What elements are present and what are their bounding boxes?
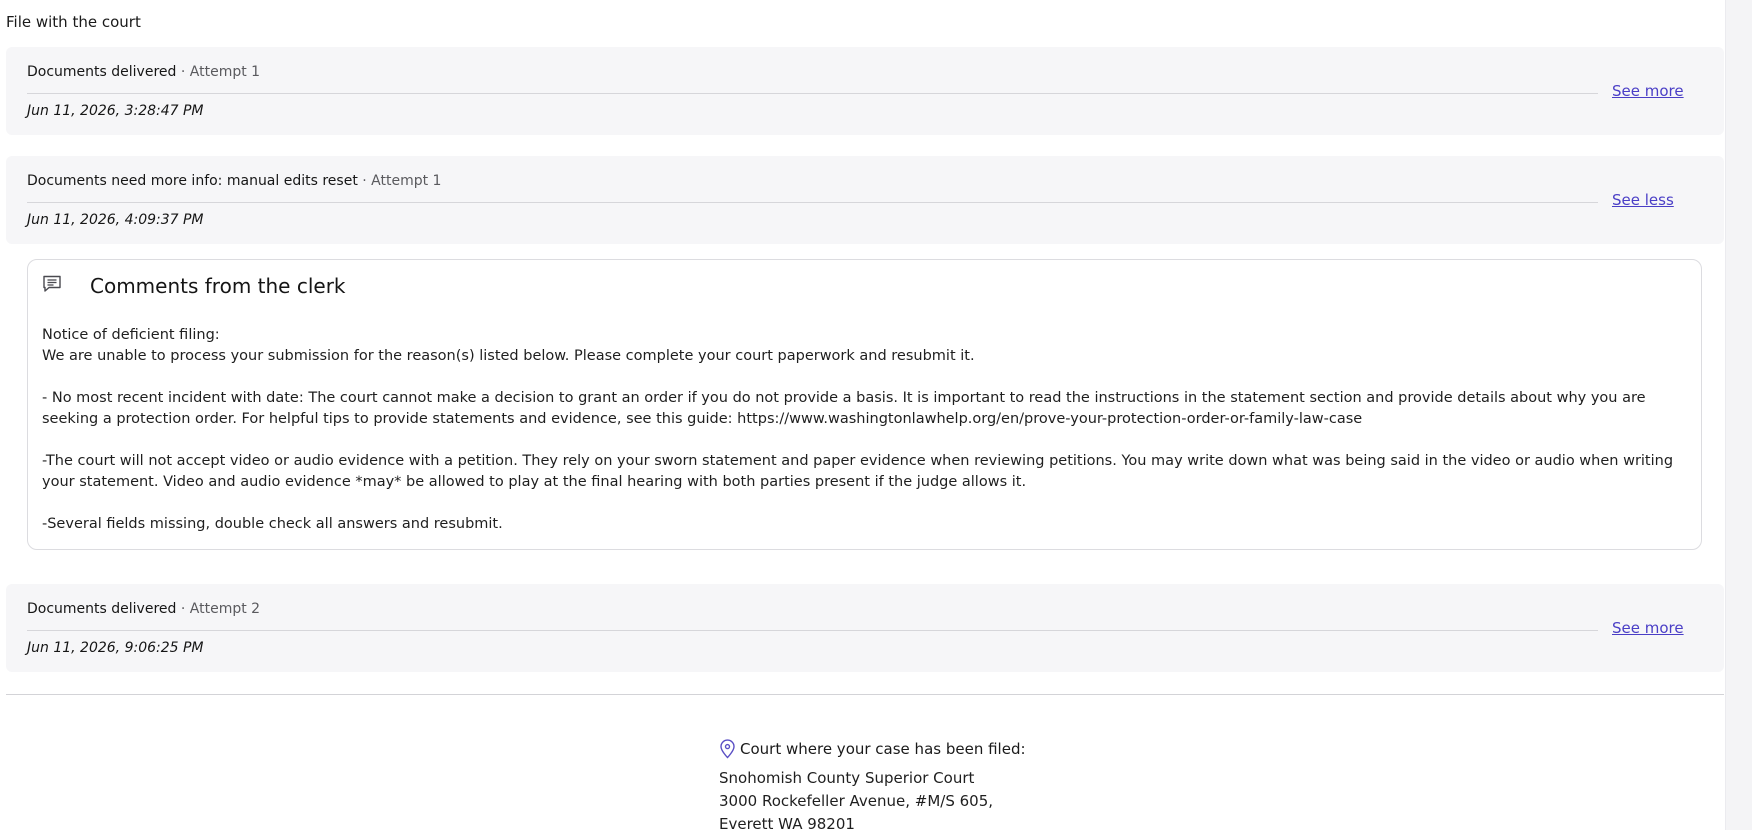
court-address-line-1: 3000 Rockefeller Avenue, #M/S 605,: [719, 792, 994, 810]
court-info: Court where your case has been filed: Sn…: [719, 737, 1026, 836]
see-less-link[interactable]: See less: [1612, 191, 1674, 209]
comment-icon: [43, 275, 61, 292]
comment-line: We are unable to process your submission…: [42, 348, 975, 364]
event-header: Documents delivered · Attempt 2: [27, 601, 260, 617]
court-label: Court where your case has been filed:: [719, 737, 1026, 761]
section-title: File with the court: [6, 13, 141, 31]
event-header: Documents need more info: manual edits r…: [27, 173, 441, 189]
scrollbar[interactable]: [1725, 0, 1752, 830]
clerk-comments-panel: Comments from the clerk Notice of defici…: [27, 259, 1702, 550]
event-header: Documents delivered · Attempt 1: [27, 64, 260, 80]
event-divider: [27, 630, 1598, 631]
event-card: Documents delivered · Attempt 2 Jun 11, …: [6, 584, 1724, 672]
see-more-link[interactable]: See more: [1612, 619, 1684, 637]
comment-line: -Several fields missing, double check al…: [42, 516, 503, 532]
court-address: Snohomish County Superior Court 3000 Roc…: [719, 767, 1026, 836]
court-address-line-2: Everett WA 98201: [719, 815, 855, 833]
event-timestamp: Jun 11, 2026, 4:09:37 PM: [27, 212, 204, 228]
location-pin-icon: [720, 739, 735, 759]
comments-title: Comments from the clerk: [90, 274, 346, 298]
event-timestamp: Jun 11, 2026, 3:28:47 PM: [27, 103, 204, 119]
comments-body: Notice of deficient filing: We are unabl…: [42, 325, 1682, 535]
event-separator: ·: [180, 64, 186, 80]
event-attempt: Attempt 2: [189, 601, 261, 617]
comment-line: -The court will not accept video or audi…: [42, 453, 1674, 490]
event-title: Documents delivered: [27, 64, 177, 80]
event-divider: [27, 93, 1598, 94]
event-title: Documents need more info: manual edits r…: [27, 173, 358, 189]
event-timestamp: Jun 11, 2026, 9:06:25 PM: [27, 640, 204, 656]
event-card: Documents need more info: manual edits r…: [6, 156, 1724, 244]
event-title: Documents delivered: [27, 601, 177, 617]
comment-line: Notice of deficient filing:: [42, 327, 220, 343]
section-divider: [6, 694, 1724, 695]
event-divider: [27, 202, 1598, 203]
event-attempt: Attempt 1: [371, 173, 442, 189]
event-separator: ·: [180, 601, 186, 617]
see-more-link[interactable]: See more: [1612, 82, 1684, 100]
event-separator: ·: [362, 173, 367, 189]
event-attempt: Attempt 1: [189, 64, 261, 80]
court-label-text: Court where your case has been filed:: [740, 740, 1026, 758]
court-name: Snohomish County Superior Court: [719, 769, 975, 787]
event-card: Documents delivered · Attempt 1 Jun 11, …: [6, 47, 1724, 135]
filing-history-page: File with the court Documents delivered …: [0, 0, 1724, 833]
comment-line: - No most recent incident with date: The…: [42, 390, 1646, 427]
